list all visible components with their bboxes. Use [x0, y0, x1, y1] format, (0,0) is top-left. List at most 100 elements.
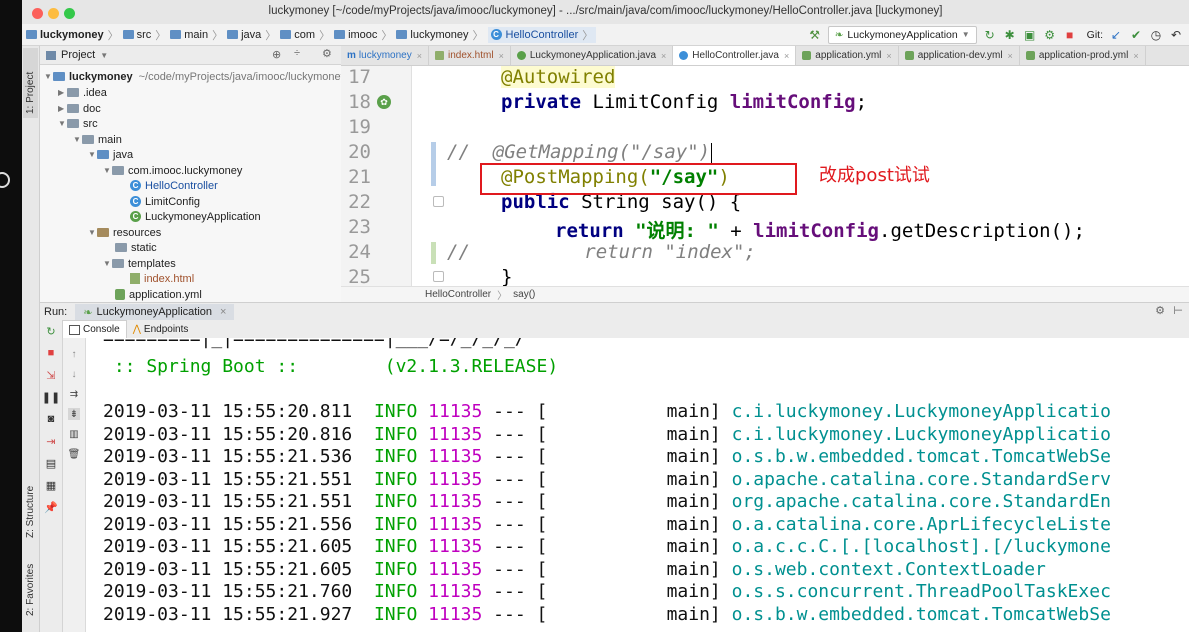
console-output[interactable]: =========|_|==============|___/=/_/_/_/ … [86, 338, 1189, 632]
tree-node-application[interactable]: C LuckymoneyApplication [130, 209, 261, 224]
nav-crumb-java[interactable]: java 〉 [227, 27, 276, 43]
log-timestamp: 2019-03-11 15:55:20.816 [103, 423, 353, 445]
tab-application-dev-yml[interactable]: application-dev.yml × [899, 46, 1020, 65]
log-level: INFO [373, 468, 418, 490]
exit-icon[interactable]: ⇥ [44, 434, 58, 448]
pause-icon[interactable]: ❚❚ [42, 390, 60, 404]
tree-node-java[interactable]: ▼ java [88, 147, 133, 162]
structure-toolwindow-label[interactable]: Z: Structure [25, 486, 36, 538]
run-tab[interactable]: ❧ LuckymoneyApplication × [75, 304, 235, 320]
stop-icon[interactable]: ■ [44, 346, 58, 360]
tree-node-limitconfig[interactable]: C LimitConfig [130, 194, 200, 209]
tab-hellocontroller[interactable]: HelloController.java × [673, 46, 797, 65]
code-editor[interactable]: 17 18 19 20 21 22 23 24 25 ✿ @Autowired … [341, 66, 1189, 286]
nav-crumb-imooc[interactable]: imooc 〉 [334, 27, 392, 43]
tab-application-java[interactable]: LuckymoneyApplication.java × [511, 46, 674, 65]
close-icon[interactable]: × [1133, 51, 1138, 61]
project-view-select[interactable]: Project [61, 49, 95, 61]
tree-node-application-yml[interactable]: application.yml [115, 287, 202, 302]
tree-node-index-html[interactable]: index.html [130, 271, 194, 286]
tree-node-hellocontroller[interactable]: C HelloController [130, 178, 218, 193]
profile-icon[interactable]: ⚙ [1043, 28, 1057, 42]
project-icon [46, 50, 56, 60]
close-icon[interactable]: × [784, 51, 789, 61]
close-icon[interactable]: × [417, 51, 422, 61]
tab-console[interactable]: Console [62, 320, 127, 338]
tree-node-idea[interactable]: ▶ .idea [58, 85, 107, 100]
log-pid: 11135 [428, 536, 483, 557]
favorites-toolwindow-label[interactable]: 2: Favorites [25, 564, 36, 616]
line-number: 23 [348, 216, 371, 238]
close-icon[interactable]: × [1008, 51, 1013, 61]
close-icon[interactable]: × [661, 51, 666, 61]
tree-node-src[interactable]: ▼ src [58, 116, 98, 131]
tree-node-package[interactable]: ▼ com.imooc.luckymoney [103, 163, 242, 178]
trash-icon[interactable]: 🗑 [68, 448, 81, 460]
log-line: 2019-03-11 15:55:20.811 INFO 11135 --- [… [103, 401, 1111, 422]
nav-crumb-luckymoney[interactable]: luckymoney 〉 [396, 27, 484, 43]
collapse-icon[interactable]: ÷ [294, 47, 300, 59]
nav-crumb-src[interactable]: src 〉 [122, 27, 166, 43]
locate-icon[interactable]: ⊕ [272, 48, 281, 61]
nav-crumb-main[interactable]: main 〉 [170, 27, 223, 43]
log-line: 2019-03-11 15:55:21.536 INFO 11135 --- [… [103, 446, 1111, 467]
rerun-icon[interactable]: ↻ [44, 324, 58, 338]
folder-icon [170, 30, 182, 39]
tree-node-templates[interactable]: ▼ templates [103, 256, 176, 271]
tree-node-resources[interactable]: ▼ resources [88, 225, 161, 240]
update-app-icon[interactable]: ⇲ [44, 368, 58, 382]
tree-node-doc[interactable]: ▶ doc [58, 101, 101, 116]
close-icon[interactable]: × [499, 51, 504, 61]
coverage-icon[interactable]: ▣ [1023, 28, 1037, 42]
line-number: 20 [348, 141, 371, 163]
log-thread: main [666, 423, 710, 445]
arrow-down-icon[interactable]: ↓ [68, 368, 80, 380]
chevron-down-icon[interactable]: ▼ [100, 51, 108, 60]
rerun-icon[interactable]: ↻ [983, 28, 997, 42]
pin-icon[interactable]: 📌 [44, 500, 58, 514]
git-commit-icon[interactable]: ✔ [1129, 28, 1143, 42]
spring-leaf-icon: ❧ [83, 306, 93, 319]
yml-file-icon [802, 51, 812, 60]
tab-application-yml[interactable]: application.yml × [796, 46, 899, 65]
log-pid: 11135 [428, 446, 483, 467]
tree-node-main[interactable]: ▼ main [73, 132, 122, 147]
camera-icon[interactable]: ◙ [44, 412, 58, 426]
arrow-up-icon[interactable]: ↑ [68, 348, 80, 360]
nav-crumb-project[interactable]: luckymoney 〉 [26, 27, 119, 43]
fold-marker-icon[interactable] [433, 196, 444, 207]
tree-node-root[interactable]: ▼ luckymoney ~/code/myProjects/java/imooc/… [44, 69, 346, 84]
breadcrumb-class[interactable]: HelloController [425, 289, 491, 300]
tab-endpoints[interactable]: ⋀ Endpoints [127, 321, 195, 338]
hide-icon[interactable]: ⊢ [1173, 304, 1183, 317]
tab-index-html[interactable]: index.html × [429, 46, 511, 65]
tab-luckymoney[interactable]: m luckymoney × [341, 46, 429, 65]
spring-class-icon [516, 51, 526, 60]
breadcrumb-method[interactable]: say() [513, 289, 535, 300]
print-icon[interactable]: ▥ [68, 428, 80, 440]
restore-layout-icon[interactable]: ▤ [44, 456, 58, 470]
git-update-icon[interactable]: ↙ [1109, 28, 1123, 42]
close-icon[interactable]: × [886, 51, 891, 61]
nav-crumb-class[interactable]: C HelloController 〉 [487, 26, 597, 43]
nav-crumb-com[interactable]: com 〉 [280, 27, 330, 43]
stop-icon[interactable]: ■ [1063, 28, 1077, 42]
bean-gutter-icon[interactable]: ✿ [377, 95, 391, 109]
revert-icon[interactable]: ↶ [1169, 28, 1183, 42]
log-timestamp: 2019-03-11 15:55:20.811 [103, 401, 353, 422]
build-hammer-icon[interactable]: ⚒ [808, 28, 822, 42]
close-icon[interactable]: × [220, 306, 226, 318]
history-icon[interactable]: ◷ [1149, 28, 1163, 42]
scroll-to-end-icon[interactable]: ⇟ [68, 408, 80, 420]
tree-node-static[interactable]: static [115, 240, 157, 255]
folder-icon [115, 243, 127, 252]
gear-icon[interactable]: ⚙ [1155, 304, 1165, 317]
tab-application-prod-yml[interactable]: application-prod.yml × [1020, 46, 1146, 65]
editor-gutter: 17 18 19 20 21 22 23 24 25 ✿ [341, 66, 444, 286]
gear-icon[interactable]: ⚙ [322, 47, 332, 60]
debug-icon[interactable]: ✱ [1003, 28, 1017, 42]
layout-icon[interactable]: ▦ [44, 478, 58, 492]
fold-marker-icon[interactable] [433, 271, 444, 282]
run-configuration-select[interactable]: ❧ LuckymoneyApplication ▼ [827, 25, 977, 44]
soft-wrap-icon[interactable]: ⇉ [68, 388, 80, 400]
